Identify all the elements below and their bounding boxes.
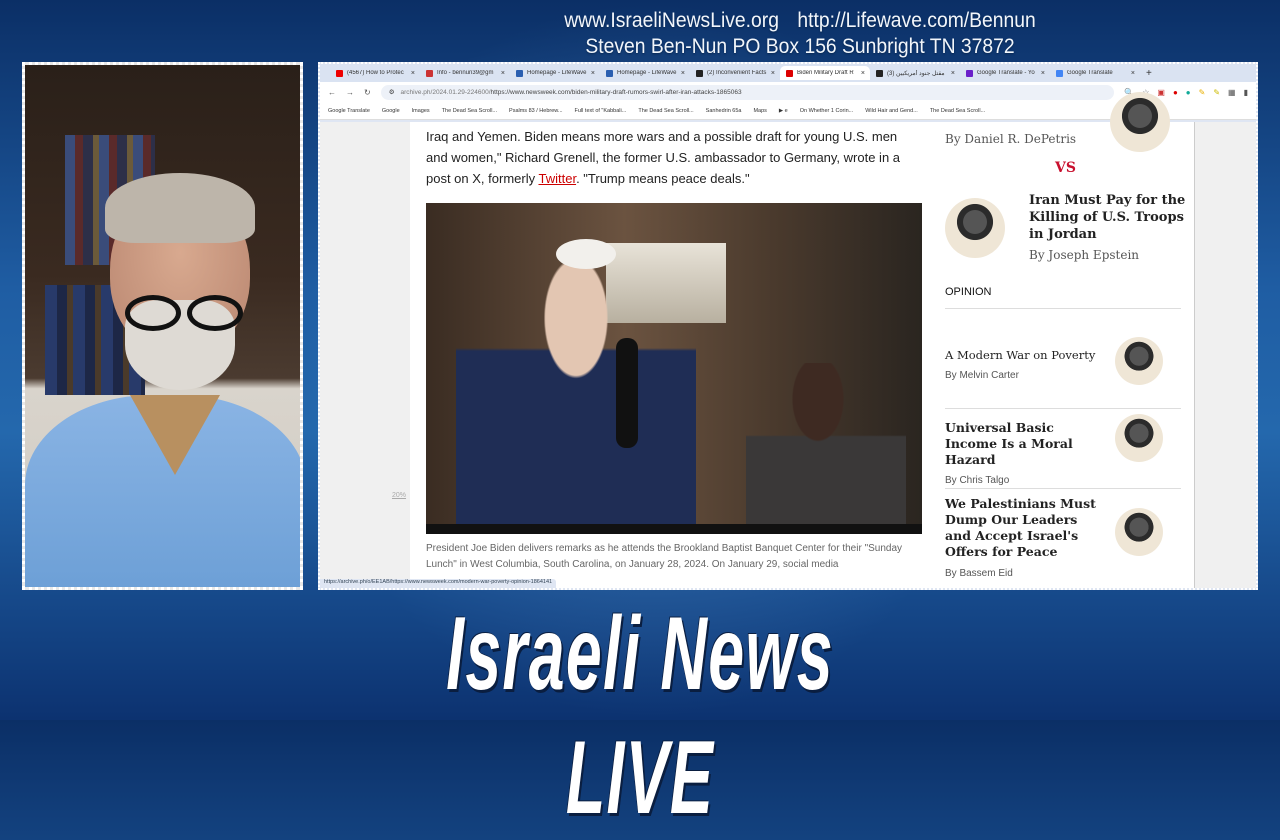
bookmark-item[interactable]: On Whether 1 Corin... [800,108,854,114]
bookmark-item[interactable]: Psalms 83 / Hebrew... [509,108,563,114]
web-page: 20% Iraq and Yemen. Biden means more war… [320,92,1256,588]
browser-tab[interactable]: Google Translate × [1050,66,1140,80]
bookmark-item[interactable]: Full text of "Kabbali... [575,108,627,114]
bookmark-item[interactable]: Images [412,108,430,114]
author-avatar [1115,414,1163,462]
site-info-icon[interactable]: ⚙ [389,88,395,96]
bookmark-item[interactable]: ▶ e [779,108,788,114]
byline[interactable]: By Daniel R. DePetris [945,132,1076,146]
article-photo[interactable] [426,203,922,534]
section-label: OPINION [945,286,992,298]
bookmark-item[interactable]: Google Translate [328,108,370,114]
forward-icon[interactable]: → [346,88,354,97]
photo-caption: President Joe Biden delivers remarks as … [426,543,903,570]
reload-icon[interactable]: ↻ [364,88,371,97]
opinion-item[interactable]: We Palestinians Must Dump Our Leaders an… [945,496,1185,586]
tab-favicon-icon [696,69,703,77]
back-icon[interactable]: ← [328,88,336,97]
grammarly-icon[interactable]: ● [1186,88,1191,97]
photo-background-man [746,363,906,534]
close-tab-icon[interactable]: × [681,70,685,77]
close-tab-icon[interactable]: × [861,70,865,77]
divider [945,308,1181,309]
divider [945,488,1181,489]
tab-favicon-icon [786,69,793,77]
overlay-header: www.IsraeliNewsLive.org http://Lifewave.c… [496,8,1103,60]
twitter-link[interactable]: Twitter [538,171,576,186]
extensions-puzzle-icon[interactable]: ▦ [1228,88,1236,97]
close-tab-icon[interactable]: × [411,70,415,77]
close-tab-icon[interactable]: × [771,70,775,77]
close-tab-icon[interactable]: × [591,70,595,77]
close-tab-icon[interactable]: × [1131,70,1135,77]
presenter-glasses [125,295,255,331]
tab-strip: (4567) How to Protec × Info - bennun39@gm ×… [320,64,1256,82]
bookmark-item[interactable]: The Dead Sea Scroll... [638,108,693,114]
browser-tab[interactable]: Homepage - LifeWave × [510,66,600,80]
browser-tab[interactable]: Homepage - LifeWave × [600,66,690,80]
tab-favicon-icon [336,69,343,77]
browser-tab[interactable]: (4567) How to Protec × [330,66,420,80]
tab-favicon-icon [966,69,973,77]
tab-favicon-icon [876,69,883,77]
zoom-marker: 20% [392,492,407,499]
presenter-hair [105,173,255,243]
opera-icon[interactable]: ● [1173,88,1178,97]
vs-label: VS [1055,160,1076,176]
highlighter-icon[interactable]: ✎ [1199,88,1206,97]
side-panel-icon[interactable]: ▮ [1244,88,1248,97]
close-tab-icon[interactable]: × [501,70,505,77]
bookmark-item[interactable]: Sanhedrin 65a [706,108,742,114]
lifewave-text: http://Lifewave.com/Bennun [797,9,1036,32]
photo-podium [426,524,922,534]
browser-tab[interactable]: Google Translate - Yo × [960,66,1050,80]
url-input[interactable]: ⚙ archive.ph/2024.01.29-224600/https://ww… [380,84,1115,100]
bookmark-item[interactable]: Google [382,108,400,114]
pen-icon[interactable]: ✎ [1213,88,1220,97]
address-bar-row: ← → ↻ ⚙ archive.ph/2024.01.29-224600/http… [320,82,1256,102]
author-avatar [1110,92,1170,152]
close-tab-icon[interactable]: × [951,70,955,77]
show-logo: Israeli News LIVE [446,596,834,836]
opinion-item[interactable]: Universal Basic Income Is a Moral Hazard… [945,414,1185,486]
bookmark-item[interactable]: Maps [753,108,766,114]
tab-favicon-icon [606,69,613,77]
photo-speaker-hair [556,239,616,269]
website-text: www.IsraeliNewsLive.org [564,9,779,32]
article-paragraph: Iraq and Yemen. Biden means more wars an… [426,129,901,186]
byline[interactable]: By Joseph Epstein [1029,248,1139,262]
bookmark-item[interactable]: The Dead Sea Scroll... [442,108,497,114]
opinion-item[interactable]: A Modern War on Poverty By Melvin Carter [945,337,1185,407]
headline[interactable]: Iran Must Pay for the Killing of U.S. Tr… [1029,192,1187,243]
browser-tab[interactable]: (2) Inconvenient Facts × [690,66,780,80]
author-avatar [1115,508,1163,556]
tab-favicon-icon [516,69,523,77]
author-avatar [1115,337,1163,385]
divider [945,408,1181,409]
new-tab-button[interactable]: + [1146,68,1152,79]
browser-window: (4567) How to Protec × Info - bennun39@gm ×… [318,62,1258,590]
bookmark-item[interactable]: The Dead Sea Scroll... [930,108,985,114]
address-text: Steven Ben-Nun PO Box 156 Sunbright TN 3… [585,35,1015,58]
browser-tab[interactable]: Biden Military Draft R × [780,66,870,80]
extension-icon[interactable]: ▣ [1157,88,1165,97]
webcam-feed [22,62,303,590]
tab-favicon-icon [1056,69,1063,77]
author-avatar [945,198,1005,258]
photo-microphone [616,338,638,448]
photo-speaker [456,243,696,534]
status-bar-url: https://archive.ph/o/EE1AB/https://www.n… [320,579,557,588]
browser-tab[interactable]: (3) مقتل جنود أمريكيين × [870,66,960,80]
browser-tab[interactable]: Info - bennun39@gm × [420,66,510,80]
bookmark-item[interactable]: Wild Hair and Gend... [865,108,918,114]
tab-favicon-icon [426,69,433,77]
page-right-margin [1194,122,1256,588]
close-tab-icon[interactable]: × [1041,70,1045,77]
